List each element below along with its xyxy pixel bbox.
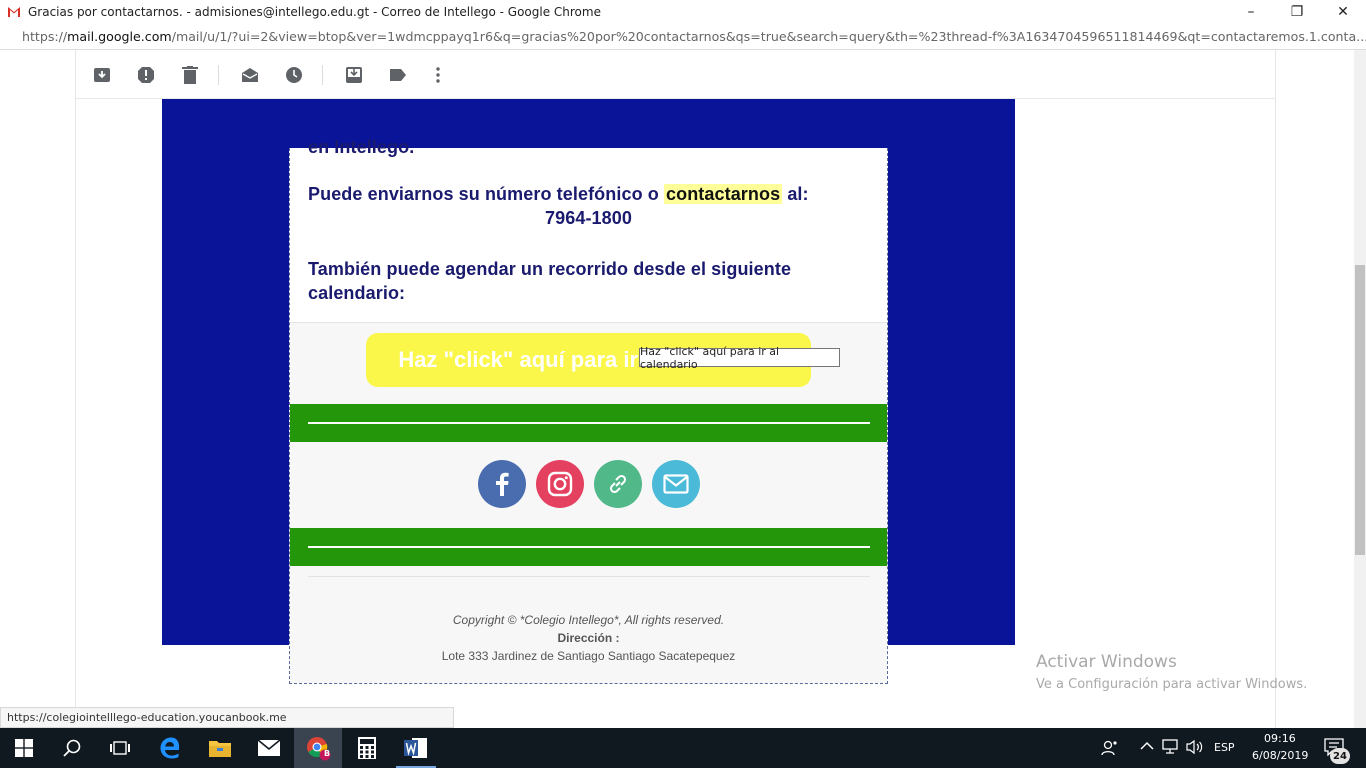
page-scrollbar[interactable] (1354, 50, 1366, 728)
move-to-icon[interactable] (344, 65, 364, 85)
network-icon[interactable] (1161, 739, 1179, 758)
footer-rule (308, 576, 870, 577)
footer-address-value: Lote 333 Jardinez de Santiago Santiago S… (441, 649, 736, 663)
tooltip: Haz "click" aquí para ir al calendario (639, 345, 840, 371)
window-title: Gracias por contactarnos. - admisiones@i… (28, 5, 601, 19)
report-spam-icon[interactable] (136, 65, 156, 85)
url-text[interactable]: https://mail.google.com/mail/u/1/?ui=2&v… (22, 29, 1366, 44)
calculator-icon[interactable] (343, 728, 391, 768)
divider-line (308, 546, 870, 548)
phone-number: 7964-1800 (545, 208, 632, 228)
url-path: /mail/u/1/?ui=2&view=btop&ver=1wdmcppayq… (171, 29, 1366, 44)
activate-windows-subtitle: Ve a Configuración para activar Windows. (1036, 677, 1308, 692)
gmail-icon (8, 7, 20, 17)
snooze-icon[interactable] (284, 65, 304, 85)
green-divider-bottom (290, 528, 887, 566)
contact-text-before: Puede enviarnos su número telefónico o (308, 184, 664, 204)
clock-time[interactable]: 09:16 (1264, 732, 1296, 745)
page-viewport: en Intellego. Puede enviarnos su número … (0, 50, 1354, 728)
restore-button[interactable]: ❐ (1274, 0, 1320, 24)
search-icon[interactable] (48, 728, 96, 768)
chevron-up-icon[interactable] (1140, 740, 1154, 753)
calendar-paragraph: También puede agendar un recorrido desde… (308, 259, 792, 303)
url-scheme: https:// (22, 29, 68, 44)
language-indicator[interactable]: ESP (1214, 741, 1235, 754)
address-bar[interactable]: https://mail.google.com/mail/u/1/?ui=2&v… (0, 24, 1366, 50)
clock-date[interactable]: 6/08/2019 (1252, 749, 1308, 762)
email-card: en Intellego. Puede enviarnos su número … (289, 137, 888, 684)
window-title-bar: Gracias por contactarnos. - admisiones@i… (0, 0, 1366, 24)
edge-icon[interactable] (146, 728, 194, 768)
mail-icon[interactable] (245, 728, 293, 768)
activate-windows-watermark: Activar Windows Ve a Configuración para … (1036, 652, 1307, 692)
label-icon[interactable] (388, 65, 408, 85)
instagram-icon[interactable] (536, 460, 584, 508)
facebook-icon[interactable] (478, 460, 526, 508)
link-icon[interactable] (594, 460, 642, 508)
toolbar-divider (218, 65, 219, 85)
search-highlight: contactarnos (663, 184, 783, 204)
divider-line (308, 422, 870, 424)
url-host: mail.google.com (67, 29, 172, 44)
task-view-icon[interactable] (96, 728, 144, 768)
footer-address-label: Dirección : (557, 631, 620, 645)
volume-icon[interactable] (1185, 739, 1205, 758)
toolbar-divider (322, 65, 323, 85)
gmail-toolbar (76, 50, 1275, 99)
email-background: en Intellego. Puede enviarnos su número … (162, 99, 1015, 684)
activate-windows-title: Activar Windows (1036, 652, 1177, 672)
more-icon[interactable] (428, 65, 448, 85)
minimize-button[interactable]: – (1228, 0, 1274, 24)
word-icon[interactable] (392, 728, 440, 768)
archive-icon[interactable] (92, 65, 112, 85)
people-icon[interactable] (1101, 740, 1119, 759)
partial-text-line: en Intellego. (308, 137, 415, 157)
footer-copyright: Copyright © *Colegio Intellego*, All rig… (452, 613, 725, 627)
mark-read-icon[interactable] (240, 65, 260, 85)
chrome-icon[interactable]: B (294, 728, 342, 768)
chrome-profile-badge: B (324, 749, 331, 758)
start-icon[interactable] (0, 728, 48, 768)
notification-count-badge: 24 (1330, 748, 1350, 764)
contact-paragraph: Puede enviarnos su número telefónico o c… (308, 184, 878, 205)
email-footer: Copyright © *Colegio Intellego*, All rig… (290, 566, 887, 683)
social-icons-section (290, 442, 887, 528)
file-explorer-icon[interactable] (196, 728, 244, 768)
contact-text-after: al: (782, 184, 809, 204)
close-button[interactable]: ✕ (1320, 0, 1366, 24)
delete-icon[interactable] (180, 65, 200, 85)
scrollbar-thumb[interactable] (1355, 265, 1365, 555)
green-divider-top (290, 404, 887, 442)
email-icon[interactable] (652, 460, 700, 508)
windows-taskbar: B ESP 09:16 6/08/2019 24 (0, 728, 1366, 768)
gmail-message-frame: en Intellego. Puede enviarnos su número … (75, 50, 1276, 728)
status-bar-link: https://colegiointelllego-education.youc… (0, 707, 454, 728)
